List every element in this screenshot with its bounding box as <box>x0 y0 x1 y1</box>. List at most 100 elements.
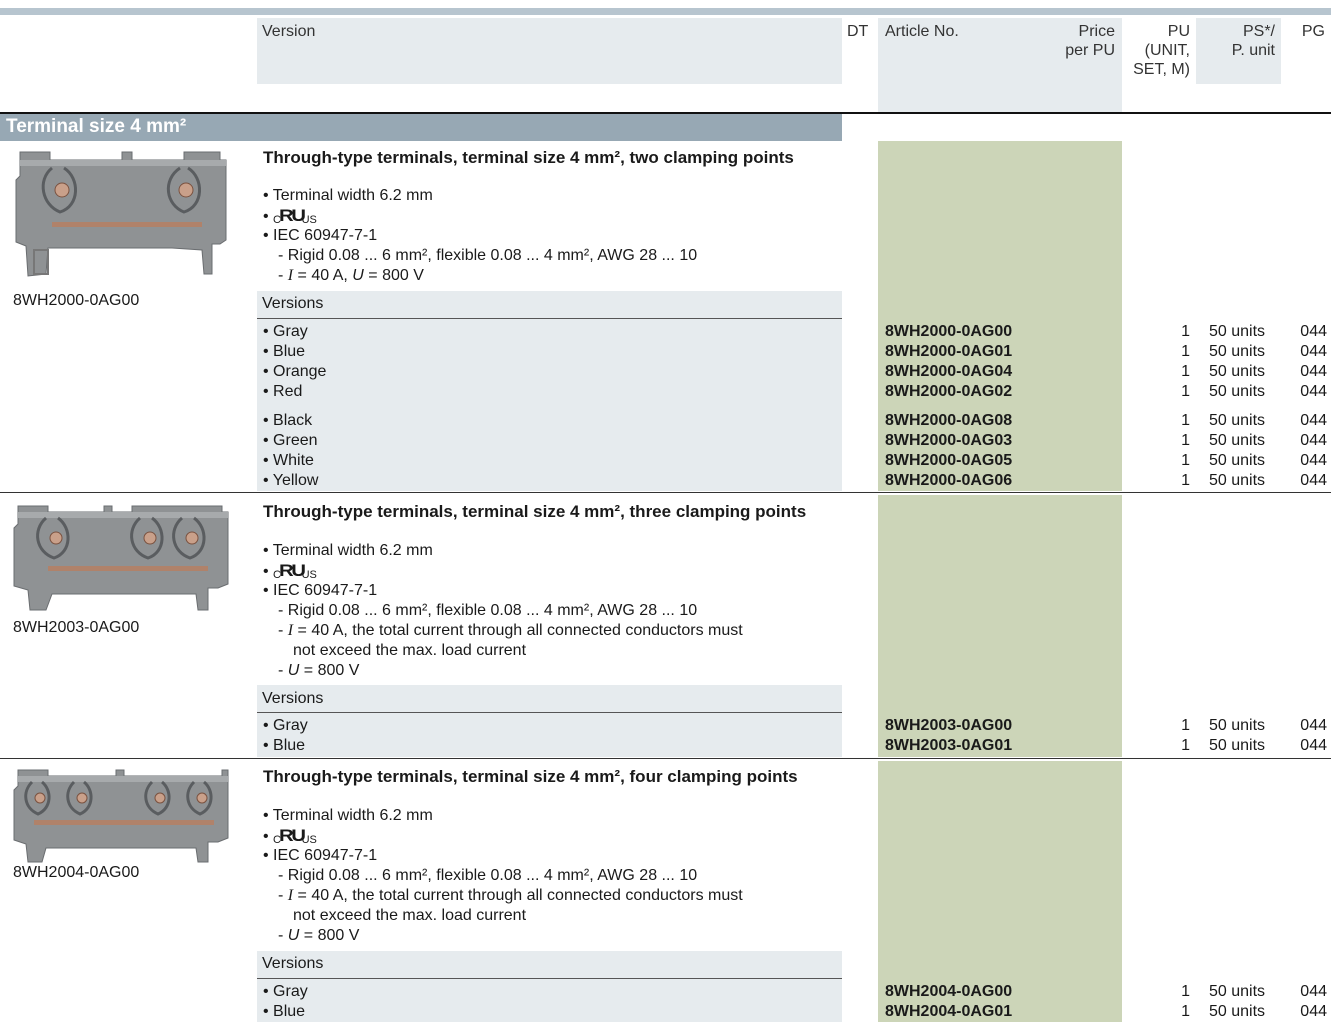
version-color: • Blue <box>263 1003 306 1020</box>
spec-iec: • IEC 60947-7-1 <box>263 227 378 244</box>
ps-value: 50 units <box>1209 432 1266 449</box>
pg-value: 044 <box>1300 383 1327 400</box>
versions-band <box>257 951 842 978</box>
versions-band <box>257 685 842 712</box>
product-caption: 8WH2004-0AG00 <box>13 864 140 881</box>
ps-value: 50 units <box>1209 343 1266 360</box>
pu-value: 1 <box>1181 412 1190 429</box>
pg-value: 044 <box>1300 343 1327 360</box>
spec-width: • Terminal width 6.2 mm <box>263 542 433 559</box>
spec-line: not exceed the max. load current <box>293 642 527 659</box>
article-number: 8WH2000-0AG04 <box>885 363 1013 380</box>
spec-line: - U = 800 V <box>278 662 360 679</box>
version-color: • Gray <box>263 983 308 1000</box>
terminal-three-clamp-image <box>13 505 229 611</box>
spec-line: - Rigid 0.08 ... 6 mm², flexible 0.08 ..… <box>278 602 698 619</box>
ps-value: 50 units <box>1209 472 1266 489</box>
ps-value: 50 units <box>1209 983 1266 1000</box>
ps-value: 50 units <box>1209 412 1266 429</box>
pu-value: 1 <box>1181 717 1190 734</box>
pu-value: 1 <box>1181 343 1190 360</box>
header-article: Article No. <box>885 23 959 40</box>
spec-iec: • IEC 60947-7-1 <box>263 582 378 599</box>
pg-value: 044 <box>1300 363 1327 380</box>
article-number: 8WH2000-0AG05 <box>885 452 1013 469</box>
article-number: 8WH2003-0AG01 <box>885 737 1013 754</box>
versions-label: Versions <box>262 295 324 312</box>
version-color: • Blue <box>263 343 306 360</box>
block-divider <box>0 758 1331 759</box>
spec-line: - Rigid 0.08 ... 6 mm², flexible 0.08 ..… <box>278 247 698 264</box>
ps-value: 50 units <box>1209 323 1266 340</box>
spec-line: - Rigid 0.08 ... 6 mm², flexible 0.08 ..… <box>278 867 698 884</box>
pu-value: 1 <box>1181 383 1190 400</box>
spec-width: • Terminal width 6.2 mm <box>263 807 433 824</box>
spec-line: - I = 40 A, U = 800 V <box>278 267 424 284</box>
version-color: • Black <box>263 412 313 429</box>
version-color: • Green <box>263 432 318 449</box>
pg-value: 044 <box>1300 412 1327 429</box>
spec-width: • Terminal width 6.2 mm <box>263 187 433 204</box>
ps-value: 50 units <box>1209 452 1266 469</box>
version-color: • Gray <box>263 323 308 340</box>
versions-list-bg <box>257 713 842 757</box>
block-divider <box>0 492 1331 493</box>
pu-value: 1 <box>1181 983 1190 1000</box>
spec-line: - U = 800 V <box>278 927 360 944</box>
version-color: • White <box>263 452 314 469</box>
terminal-two-clamp-image <box>15 151 227 277</box>
pu-value: 1 <box>1181 363 1190 380</box>
ps-value: 50 units <box>1209 363 1266 380</box>
article-number: 8WH2000-0AG08 <box>885 412 1013 429</box>
version-header-shade <box>257 18 842 84</box>
article-number: 8WH2000-0AG00 <box>885 323 1013 340</box>
product-title: Through-type terminals, terminal size 4 … <box>263 502 807 521</box>
section-title: Terminal size 4 mm² <box>6 116 187 137</box>
versions-list-bg <box>257 979 842 1022</box>
article-number: 8WH2004-0AG00 <box>885 983 1013 1000</box>
pg-value: 044 <box>1300 432 1327 449</box>
pg-value: 044 <box>1300 717 1327 734</box>
pu-value: 1 <box>1181 323 1190 340</box>
product-title: Through-type terminals, terminal size 4 … <box>263 767 798 786</box>
header-price: Price per PU <box>1065 23 1115 59</box>
pu-value: 1 <box>1181 1003 1190 1020</box>
spec-iec: • IEC 60947-7-1 <box>263 847 378 864</box>
pg-value: 044 <box>1300 737 1327 754</box>
article-number: 8WH2000-0AG06 <box>885 472 1013 489</box>
pg-value: 044 <box>1300 1003 1327 1020</box>
ps-value: 50 units <box>1209 717 1266 734</box>
pu-value: 1 <box>1181 452 1190 469</box>
product-title: Through-type terminals, terminal size 4 … <box>263 148 794 167</box>
article-number: 8WH2000-0AG03 <box>885 432 1013 449</box>
spec-line: - I = 40 A, the total current through al… <box>278 622 743 639</box>
article-number: 8WH2000-0AG02 <box>885 383 1013 400</box>
article-number: 8WH2003-0AG00 <box>885 717 1013 734</box>
product-caption: 8WH2003-0AG00 <box>13 619 140 636</box>
product-caption: 8WH2000-0AG00 <box>13 292 140 309</box>
header-dt: DT <box>847 23 869 40</box>
top-accent-bar <box>0 8 1331 15</box>
article-number: 8WH2000-0AG01 <box>885 343 1013 360</box>
pg-value: 044 <box>1300 472 1327 489</box>
header-ps: PS*/ P. unit <box>1231 23 1275 59</box>
pu-value: 1 <box>1181 472 1190 489</box>
version-color: • Red <box>263 383 303 400</box>
header-version: Version <box>262 23 316 40</box>
terminal-four-clamp-image <box>13 769 229 863</box>
article-number: 8WH2004-0AG01 <box>885 1003 1013 1020</box>
versions-label: Versions <box>262 690 324 707</box>
ps-value: 50 units <box>1209 1003 1266 1020</box>
pg-value: 044 <box>1300 323 1327 340</box>
pu-value: 1 <box>1181 432 1190 449</box>
ps-value: 50 units <box>1209 737 1266 754</box>
version-color: • Orange <box>263 363 327 380</box>
ps-value: 50 units <box>1209 383 1266 400</box>
version-color: • Blue <box>263 737 306 754</box>
pg-value: 044 <box>1300 452 1327 469</box>
versions-label: Versions <box>262 955 324 972</box>
spec-line: not exceed the max. load current <box>293 907 527 924</box>
versions-band <box>257 291 842 318</box>
pu-value: 1 <box>1181 737 1190 754</box>
spec-line: - I = 40 A, the total current through al… <box>278 887 743 904</box>
